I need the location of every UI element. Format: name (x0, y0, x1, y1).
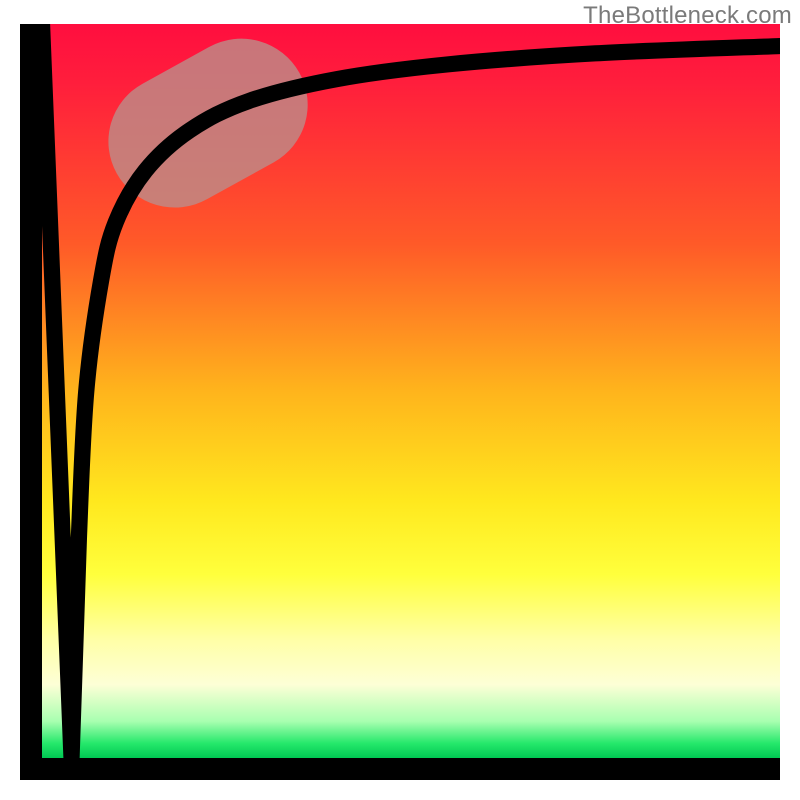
chart-svg (42, 24, 780, 758)
plot-frame (20, 24, 780, 780)
canvas: TheBottleneck.com (0, 0, 800, 800)
plot-lines-layer (42, 24, 780, 758)
